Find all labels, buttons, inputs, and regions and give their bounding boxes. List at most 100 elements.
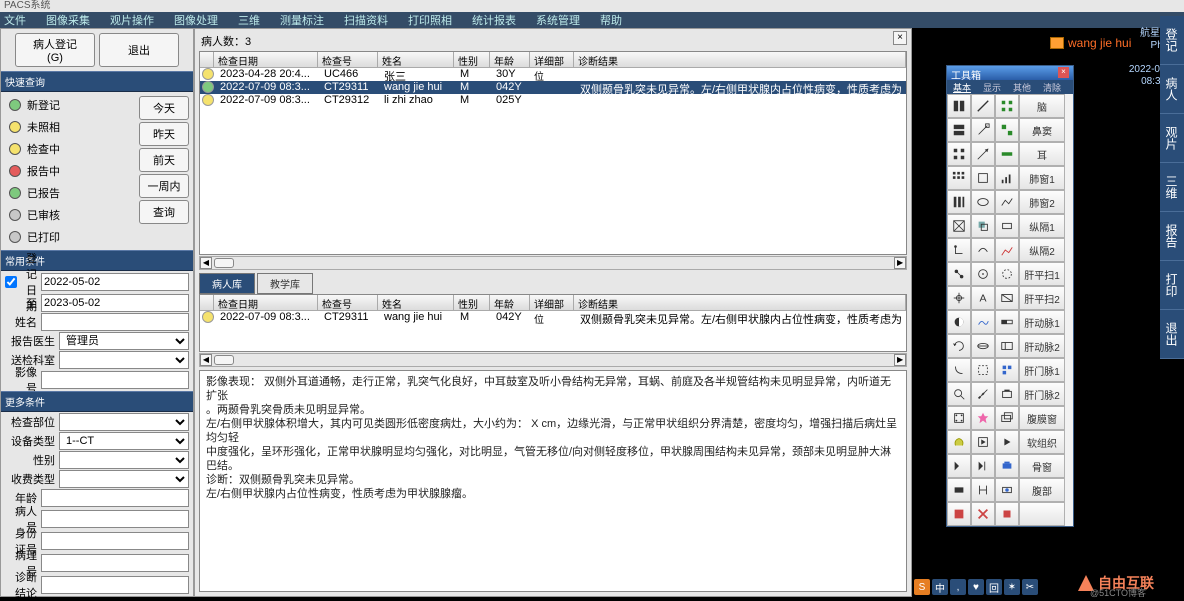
- palette-tab-other[interactable]: 其他: [1007, 80, 1037, 94]
- tool-icon[interactable]: [947, 142, 971, 166]
- col-name[interactable]: 姓名: [378, 52, 454, 67]
- status-reviewed[interactable]: 已审核: [27, 207, 131, 223]
- exam-part-select[interactable]: [59, 413, 189, 431]
- menu-stats[interactable]: 统计报表: [472, 12, 516, 28]
- tray-icon[interactable]: ,: [950, 579, 966, 595]
- col-age[interactable]: 年龄: [490, 52, 530, 67]
- tool-icon[interactable]: [995, 142, 1019, 166]
- preset-soft-tissue[interactable]: 软组织: [1019, 430, 1065, 454]
- reg-date-checkbox[interactable]: [5, 276, 17, 288]
- week-button[interactable]: 一周内: [139, 174, 189, 198]
- tool-icon[interactable]: [947, 238, 971, 262]
- rpt-doc-select[interactable]: 管理员: [59, 332, 189, 350]
- tool-icon[interactable]: [971, 502, 995, 526]
- grid-row[interactable]: 2023-04-28 20:4...UC466张三M30Y: [200, 68, 906, 81]
- preset-abdomen[interactable]: 腹部: [1019, 478, 1065, 502]
- tool-icon[interactable]: [995, 118, 1019, 142]
- palette-tab-clear[interactable]: 清除: [1037, 80, 1067, 94]
- col-exam-no[interactable]: 检查号: [318, 52, 378, 67]
- vtab-patient[interactable]: 病人: [1160, 65, 1184, 114]
- preset-liver-plain2[interactable]: 肝平扫2: [1019, 286, 1065, 310]
- tool-icon[interactable]: [947, 94, 971, 118]
- col-part[interactable]: 详细部位: [530, 295, 574, 310]
- exit-button[interactable]: 退出: [99, 33, 179, 67]
- status-reported[interactable]: 已报告: [27, 185, 131, 201]
- scroll-left-icon[interactable]: ◀: [200, 257, 212, 269]
- tray-ime-icon[interactable]: 中: [932, 579, 948, 595]
- preset-sinus[interactable]: 鼻窦: [1019, 118, 1065, 142]
- preset-liver-art1[interactable]: 肝动脉1: [1019, 310, 1065, 334]
- tool-icon[interactable]: [971, 358, 995, 382]
- palette-tab-basic[interactable]: 基本: [947, 80, 977, 94]
- vtab-3d[interactable]: 三维: [1160, 163, 1184, 212]
- preset-liver-port1[interactable]: 肝门脉1: [1019, 358, 1065, 382]
- close-panel-button[interactable]: ×: [893, 31, 907, 45]
- tab-patient-library[interactable]: 病人库: [199, 273, 255, 294]
- tool-icon[interactable]: [947, 382, 971, 406]
- preset-liver-port2[interactable]: 肝门脉2: [1019, 382, 1065, 406]
- preset-med2[interactable]: 纵隔2: [1019, 238, 1065, 262]
- preset-peritoneum[interactable]: 腹膜窗: [1019, 406, 1065, 430]
- menu-system[interactable]: 系统管理: [536, 12, 580, 28]
- patient-register-button[interactable]: 病人登记(G): [15, 33, 95, 67]
- tool-icon[interactable]: [995, 190, 1019, 214]
- scroll-thumb[interactable]: [214, 258, 234, 268]
- tray-icon[interactable]: ✂: [1022, 579, 1038, 595]
- tool-icon[interactable]: [995, 478, 1019, 502]
- menu-help[interactable]: 帮助: [600, 12, 622, 28]
- daybefore-button[interactable]: 前天: [139, 148, 189, 172]
- tool-icon[interactable]: [995, 262, 1019, 286]
- col-sex[interactable]: 性别: [454, 295, 490, 310]
- tray-icon[interactable]: ♥: [968, 579, 984, 595]
- vtab-view[interactable]: 观片: [1160, 114, 1184, 163]
- reg-date-to[interactable]: [41, 294, 189, 312]
- palette-tab-display[interactable]: 显示: [977, 80, 1007, 94]
- tool-icon[interactable]: [995, 334, 1019, 358]
- tool-icon[interactable]: [971, 454, 995, 478]
- menu-process[interactable]: 图像处理: [174, 12, 218, 28]
- preset-ear[interactable]: 耳: [1019, 142, 1065, 166]
- status-examining[interactable]: 检查中: [27, 141, 131, 157]
- preset-med1[interactable]: 纵隔1: [1019, 214, 1065, 238]
- tool-icon[interactable]: [971, 382, 995, 406]
- charge-select[interactable]: [59, 470, 189, 488]
- vtab-report[interactable]: 报告: [1160, 212, 1184, 261]
- menu-view[interactable]: 观片操作: [110, 12, 154, 28]
- vtab-exit[interactable]: 退出: [1160, 310, 1184, 359]
- status-printed[interactable]: 已打印: [27, 229, 131, 245]
- tool-icon[interactable]: [947, 454, 971, 478]
- palette-close-button[interactable]: ×: [1058, 67, 1069, 78]
- scroll-left-icon[interactable]: ◀: [200, 354, 212, 366]
- tool-icon[interactable]: [971, 478, 995, 502]
- menu-file[interactable]: 文件: [4, 12, 26, 28]
- tool-icon[interactable]: [995, 286, 1019, 310]
- vtab-print[interactable]: 打印: [1160, 261, 1184, 310]
- grid-row[interactable]: 2022-07-09 08:3...CT29312li zhi zhaoM025…: [200, 94, 906, 107]
- col-sex[interactable]: 性别: [454, 52, 490, 67]
- exam-hscroll[interactable]: ◀▶: [199, 353, 907, 367]
- tool-icon[interactable]: [971, 190, 995, 214]
- tool-icon[interactable]: [971, 94, 995, 118]
- pid-input[interactable]: [41, 510, 189, 528]
- menu-scan[interactable]: 扫描资料: [344, 12, 388, 28]
- reg-date-from[interactable]: [41, 273, 189, 291]
- tool-icon[interactable]: [995, 94, 1019, 118]
- tray-icon[interactable]: S: [914, 579, 930, 595]
- tool-icon[interactable]: [995, 214, 1019, 238]
- tool-icon[interactable]: [995, 166, 1019, 190]
- tool-icon[interactable]: [947, 430, 971, 454]
- col-exam-no[interactable]: 检查号: [318, 295, 378, 310]
- tool-icon[interactable]: [995, 406, 1019, 430]
- tool-icon[interactable]: [947, 190, 971, 214]
- preset-brain[interactable]: 脑: [1019, 94, 1065, 118]
- tool-icon[interactable]: [971, 238, 995, 262]
- preset-bone[interactable]: 骨窗: [1019, 454, 1065, 478]
- col-name[interactable]: 姓名: [378, 295, 454, 310]
- send-dept-select[interactable]: [59, 351, 189, 369]
- tool-icon[interactable]: [947, 406, 971, 430]
- tray-icon[interactable]: ✶: [1004, 579, 1020, 595]
- menu-print[interactable]: 打印照相: [408, 12, 452, 28]
- yesterday-button[interactable]: 昨天: [139, 122, 189, 146]
- query-button[interactable]: 查询: [139, 200, 189, 224]
- status-unphoto[interactable]: 未照相: [27, 119, 131, 135]
